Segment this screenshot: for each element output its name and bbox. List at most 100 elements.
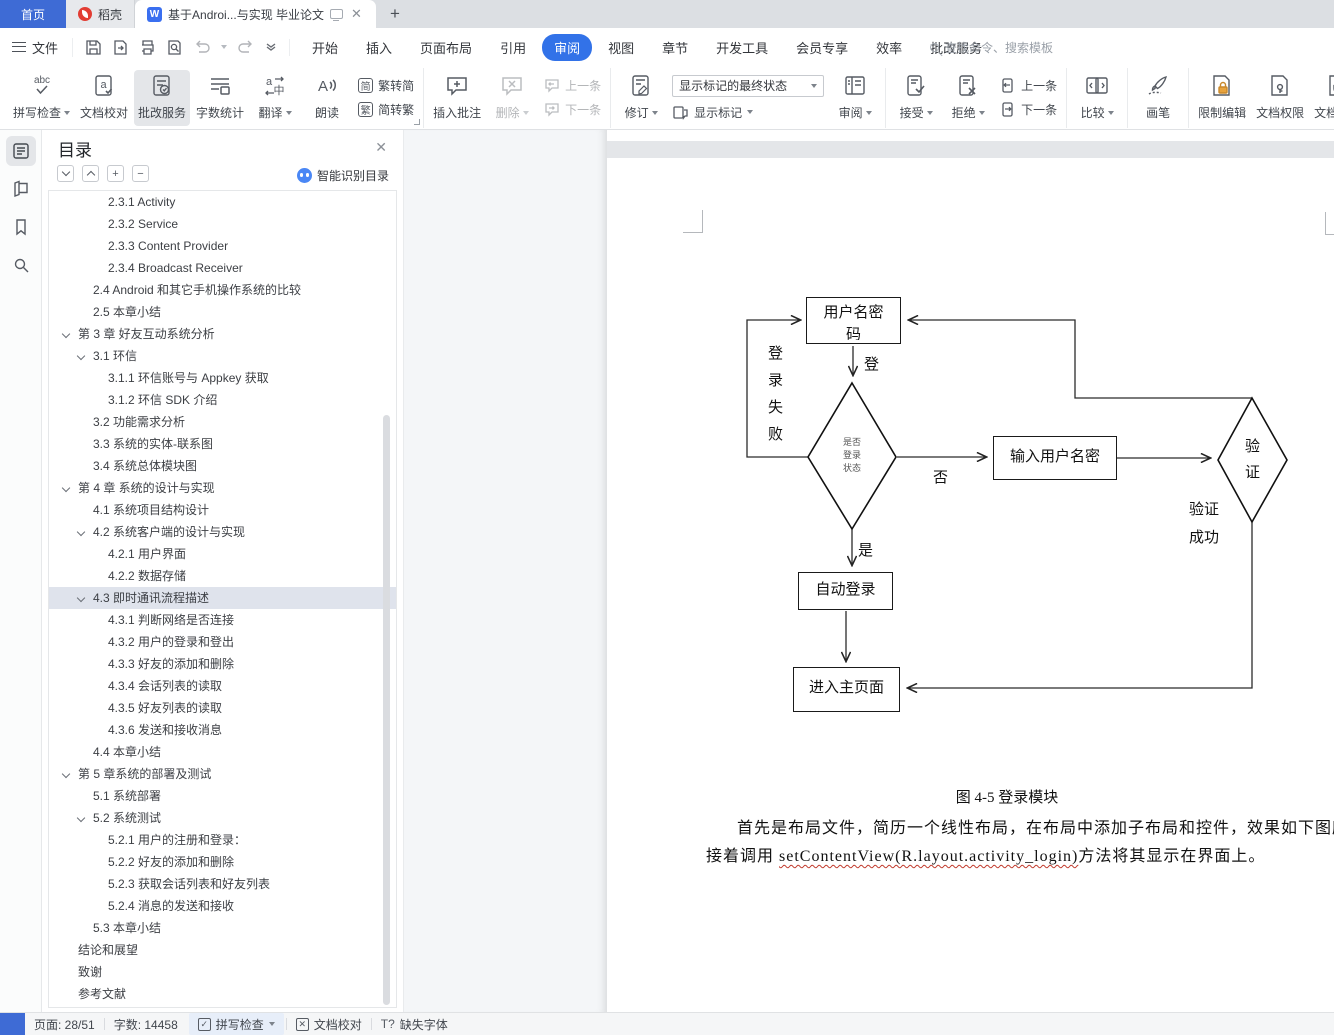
toc-item[interactable]: 5.1 系统部署 bbox=[49, 785, 396, 807]
doc-proofread-button[interactable]: a 文档校对 bbox=[76, 70, 132, 126]
save-icon[interactable] bbox=[85, 39, 102, 56]
close-tab-icon[interactable]: ✕ bbox=[349, 6, 364, 22]
export-pdf-icon[interactable] bbox=[112, 39, 129, 56]
toc-item[interactable]: 4.4 本章小结 bbox=[49, 741, 396, 763]
ribbon-tab-0[interactable]: 开始 bbox=[300, 34, 350, 61]
toc-expand-level-button[interactable]: + bbox=[107, 165, 124, 182]
toc-expand-all-button[interactable] bbox=[82, 165, 99, 182]
tab-docer[interactable]: 稻壳 bbox=[66, 0, 136, 28]
ribbon-tab-1[interactable]: 插入 bbox=[354, 34, 404, 61]
ribbon-tab-7[interactable]: 开发工具 bbox=[704, 34, 780, 61]
insert-comment-button[interactable]: 插入批注 bbox=[429, 70, 485, 126]
redo-icon[interactable] bbox=[237, 40, 255, 55]
tab-document[interactable]: W 基于Androi...与实现 毕业论文 ✕ bbox=[135, 0, 376, 28]
toc-item[interactable]: 4.2.1 用户界面 bbox=[49, 543, 396, 565]
word-count-button[interactable]: 字数统计 bbox=[192, 70, 248, 126]
toc-item[interactable]: 结论和展望 bbox=[49, 939, 396, 961]
chevron-down-icon[interactable] bbox=[61, 483, 71, 493]
reject-change-button[interactable]: 拒绝 bbox=[943, 70, 993, 126]
previous-comment-button[interactable]: 上一条 bbox=[543, 77, 601, 94]
ribbon-tab-9[interactable]: 效率 bbox=[864, 34, 914, 61]
dialog-launcher-icon[interactable] bbox=[414, 118, 421, 125]
previous-change-button[interactable]: 上一条 bbox=[999, 77, 1057, 94]
review-pane-button[interactable]: 审阅 bbox=[830, 70, 880, 126]
show-markup-button[interactable]: 显示标记 bbox=[672, 104, 824, 121]
next-comment-button[interactable]: 下一条 bbox=[543, 101, 601, 118]
toc-item[interactable]: 5.2.3 获取会话列表和好友列表 bbox=[49, 873, 396, 895]
chevron-down-icon[interactable] bbox=[76, 813, 86, 823]
doc-permission-button[interactable]: 文档权限 bbox=[1252, 70, 1308, 126]
toc-item[interactable]: 3.1.1 环信账号与 Appkey 获取 bbox=[49, 367, 396, 389]
sidebar-item-toc[interactable] bbox=[5, 136, 36, 166]
ribbon-tab-4[interactable]: 审阅 bbox=[542, 33, 593, 61]
smart-recognize-toc-button[interactable]: 智能识别目录 bbox=[296, 167, 389, 184]
track-changes-button[interactable]: 修订 bbox=[616, 70, 666, 126]
missing-font-indicator[interactable]: T? 缺失字体 bbox=[372, 1013, 457, 1035]
restrict-editing-button[interactable]: 限制编辑 bbox=[1194, 70, 1250, 126]
toc-item[interactable]: 参考文献 bbox=[49, 983, 396, 1005]
toolbar-collapse-icon[interactable] bbox=[265, 43, 277, 51]
new-tab-button[interactable]: + bbox=[376, 0, 414, 28]
tab-home[interactable]: 首页 bbox=[0, 0, 66, 28]
chevron-down-icon[interactable] bbox=[61, 769, 71, 779]
split-view-icon[interactable] bbox=[330, 9, 344, 21]
close-panel-icon[interactable]: ✕ bbox=[375, 139, 387, 156]
toc-item[interactable]: 2.3.3 Content Provider bbox=[49, 235, 396, 257]
toc-scrollbar-thumb[interactable] bbox=[383, 415, 390, 1005]
toc-item[interactable]: 5.2.4 消息的发送和接收 bbox=[49, 895, 396, 917]
document-page[interactable]: 用户名密 码 登录失败 登 是否 登录 状态 否 是 输入用户名密 验 证 验证… bbox=[607, 158, 1334, 1012]
toc-item[interactable]: 5.2.1 用户的注册和登录： bbox=[49, 829, 396, 851]
toc-item[interactable]: 3.1.2 环信 SDK 介绍 bbox=[49, 389, 396, 411]
toc-item[interactable]: 2.4 Android 和其它手机操作系统的比较 bbox=[49, 279, 396, 301]
print-icon[interactable] bbox=[139, 39, 156, 56]
correction-service-button[interactable]: 批改服务 bbox=[134, 69, 191, 126]
traditional-to-simplified-button[interactable]: 简 繁转简 bbox=[358, 77, 414, 94]
word-count-indicator[interactable]: 字数: 14458 bbox=[105, 1013, 187, 1035]
doc-certify-button[interactable]: 文档认证 bbox=[1310, 70, 1334, 126]
toc-item[interactable]: 3.3 系统的实体-联系图 bbox=[49, 433, 396, 455]
spell-check-toggle[interactable]: ✓ 拼写检查 bbox=[188, 1013, 284, 1035]
brush-button[interactable]: 画笔 bbox=[1133, 70, 1183, 126]
accept-change-button[interactable]: 接受 bbox=[891, 70, 941, 126]
toc-item[interactable]: 2.3.1 Activity bbox=[49, 191, 396, 213]
toc-item[interactable]: 4.3.6 发送和接收消息 bbox=[49, 719, 396, 741]
toc-collapse-all-button[interactable] bbox=[57, 165, 74, 182]
sidebar-item-search[interactable] bbox=[6, 250, 36, 280]
markup-state-dropdown[interactable]: 显示标记的最终状态 bbox=[672, 74, 825, 97]
read-aloud-button[interactable]: A 朗读 bbox=[302, 70, 352, 126]
chevron-down-icon[interactable] bbox=[76, 593, 86, 603]
ribbon-tab-2[interactable]: 页面布局 bbox=[408, 34, 484, 61]
toc-collapse-level-button[interactable]: − bbox=[132, 165, 149, 182]
toc-item[interactable]: 致谢 bbox=[49, 961, 396, 983]
print-preview-icon[interactable] bbox=[166, 39, 183, 56]
toc-item[interactable]: 第 5 章系统的部署及测试 bbox=[49, 763, 396, 785]
toc-item[interactable]: 4.3.1 判断网络是否连接 bbox=[49, 609, 396, 631]
undo-icon[interactable] bbox=[193, 40, 211, 55]
compare-button[interactable]: 比较 bbox=[1072, 70, 1122, 126]
toc-item[interactable]: 3.1 环信 bbox=[49, 345, 396, 367]
doc-proofread-status[interactable]: ✕ 文档校对 bbox=[287, 1013, 371, 1035]
toc-item[interactable]: 4.3 即时通讯流程描述 bbox=[49, 587, 396, 609]
toc-item[interactable]: 2.5 本章小结 bbox=[49, 301, 396, 323]
toc-item[interactable]: 5.2.2 好友的添加和删除 bbox=[49, 851, 396, 873]
chevron-down-icon[interactable] bbox=[61, 329, 71, 339]
toc-item[interactable]: 第 4 章 系统的设计与实现 bbox=[49, 477, 396, 499]
translate-button[interactable]: a中 翻译 bbox=[250, 70, 300, 126]
toc-item[interactable]: 4.2 系统客户端的设计与实现 bbox=[49, 521, 396, 543]
sidebar-item-bookmark[interactable] bbox=[6, 212, 36, 242]
document-viewport[interactable]: 用户名密 码 登录失败 登 是否 登录 状态 否 是 输入用户名密 验 证 验证… bbox=[607, 130, 1334, 1012]
toc-item[interactable]: 3.2 功能需求分析 bbox=[49, 411, 396, 433]
toc-item[interactable]: 3.4 系统总体模块图 bbox=[49, 455, 396, 477]
toc-item[interactable]: 2.3.4 Broadcast Receiver bbox=[49, 257, 396, 279]
toc-item[interactable]: 4.3.2 用户的登录和登出 bbox=[49, 631, 396, 653]
ribbon-tab-6[interactable]: 章节 bbox=[650, 34, 700, 61]
chevron-down-icon[interactable] bbox=[76, 527, 86, 537]
toc-item[interactable]: 5.3 本章小结 bbox=[49, 917, 396, 939]
page-indicator[interactable]: 页面: 28/51 bbox=[25, 1013, 104, 1035]
undo-caret-icon[interactable] bbox=[221, 45, 228, 49]
toc-item[interactable]: 5.2 系统测试 bbox=[49, 807, 396, 829]
status-corner-button[interactable] bbox=[0, 1013, 25, 1035]
sidebar-item-outline[interactable] bbox=[6, 174, 36, 204]
toc-item[interactable]: 4.2.2 数据存储 bbox=[49, 565, 396, 587]
simplified-to-traditional-button[interactable]: 繁 简转繁 bbox=[358, 101, 414, 118]
